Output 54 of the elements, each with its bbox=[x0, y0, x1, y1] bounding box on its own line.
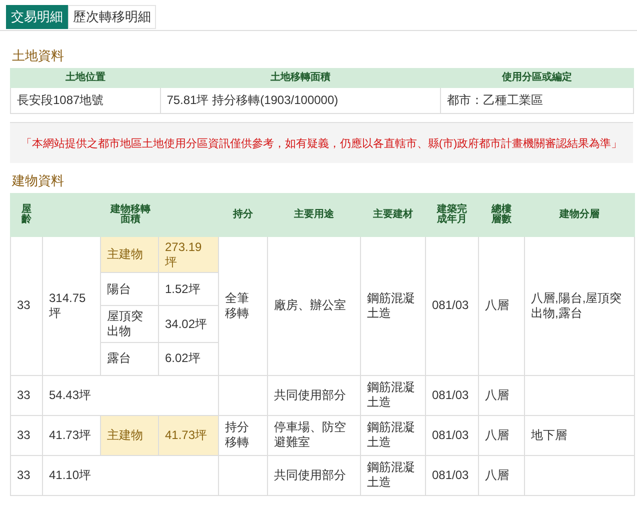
table-cell-text: 八層 bbox=[485, 468, 509, 482]
table-cell-text: 41.73坪 bbox=[49, 428, 92, 442]
table-cell-text: 鋼筋混凝土造 bbox=[367, 380, 415, 410]
table-cell-text: 41.10坪 bbox=[49, 468, 92, 482]
table-cell-text: 33 bbox=[17, 468, 30, 482]
table-cell: 陽台 bbox=[100, 272, 158, 306]
column-header: 總樓層數 bbox=[492, 204, 512, 226]
table-cell-text: 081/03 bbox=[432, 298, 469, 314]
table-cell-text: 鋼筋混凝土造 bbox=[367, 420, 415, 450]
column-header: 主要建材 bbox=[373, 210, 413, 220]
table-cell-text: 54.43坪 bbox=[49, 388, 92, 402]
column-header: 屋齡 bbox=[22, 204, 32, 226]
table-cell-text: 停車場、防空避難室 bbox=[274, 420, 346, 450]
column-header: 主要用途 bbox=[294, 210, 334, 220]
column-header: 持分 bbox=[233, 210, 253, 220]
table-cell: 273.19坪 bbox=[158, 236, 218, 273]
table-cell-text: 廠房、辦公室 bbox=[274, 298, 346, 314]
table-cell-text: 八層 bbox=[485, 428, 509, 442]
tab[interactable]: 歷次轉移明細 bbox=[68, 5, 156, 29]
table-cell-text: 共同使用部分 bbox=[274, 468, 346, 482]
table-cell-text: 八層 bbox=[485, 388, 509, 402]
tab[interactable]: 交易明細 bbox=[6, 5, 68, 29]
table-cell-text: 33 bbox=[17, 428, 30, 442]
table-cell-text: 081/03 bbox=[432, 428, 469, 442]
column-header: 土地移轉面積 bbox=[160, 68, 440, 88]
table-cell-text: 081/03 bbox=[432, 468, 469, 482]
column-header: 建物移轉面積 bbox=[110, 204, 150, 226]
table-cell-text: 共同使用部分 bbox=[274, 388, 346, 402]
table-cell: 75.81坪 持分移轉(1903/100000) bbox=[160, 88, 440, 114]
table-cell-text: 地下層 bbox=[531, 428, 567, 442]
table-cell: 長安段1087地號 bbox=[10, 88, 160, 114]
notice-text: 「本網站提供之都市地區土地使用分區資訊僅供參考，如有疑義，仍應以各直轄市、縣(市)政府都市計畫機關審認結果為準」 bbox=[10, 122, 633, 163]
table-cell-text: 鋼筋混凝土造 bbox=[367, 291, 415, 320]
table-cell-text: 鋼筋混凝土造 bbox=[367, 460, 415, 490]
table-cell-text: 33 bbox=[17, 298, 30, 314]
table-cell: 主建物 bbox=[100, 415, 158, 455]
table-cell: 都市：乙種工業區 bbox=[440, 88, 634, 114]
column-header: 土地位置 bbox=[10, 68, 160, 88]
table-cell: 露台 bbox=[100, 342, 158, 375]
table-cell-text: 八層 bbox=[485, 298, 509, 314]
table-cell-text: 八層,陽台,屋頂突出物,露台 bbox=[531, 291, 623, 320]
table-cell-text: 全筆移轉 bbox=[225, 291, 249, 320]
table-cell: 主建物 bbox=[100, 236, 158, 273]
table-cell-text: 081/03 bbox=[432, 388, 469, 402]
column-header: 建物分層 bbox=[560, 210, 600, 220]
column-header: 建築完成年月 bbox=[437, 204, 467, 226]
table-cell: 屋頂突出物 bbox=[100, 306, 158, 342]
section-title: 土地資料 bbox=[12, 47, 65, 65]
column-header: 使用分區或編定 bbox=[440, 68, 634, 88]
table-cell-text: 314.75坪 bbox=[49, 291, 87, 320]
table-cell-text: 持分移轉 bbox=[225, 420, 249, 450]
table-cell-text: 33 bbox=[17, 388, 30, 402]
section-title: 建物資料 bbox=[12, 172, 65, 190]
table-cell: 41.73坪 bbox=[158, 415, 218, 455]
